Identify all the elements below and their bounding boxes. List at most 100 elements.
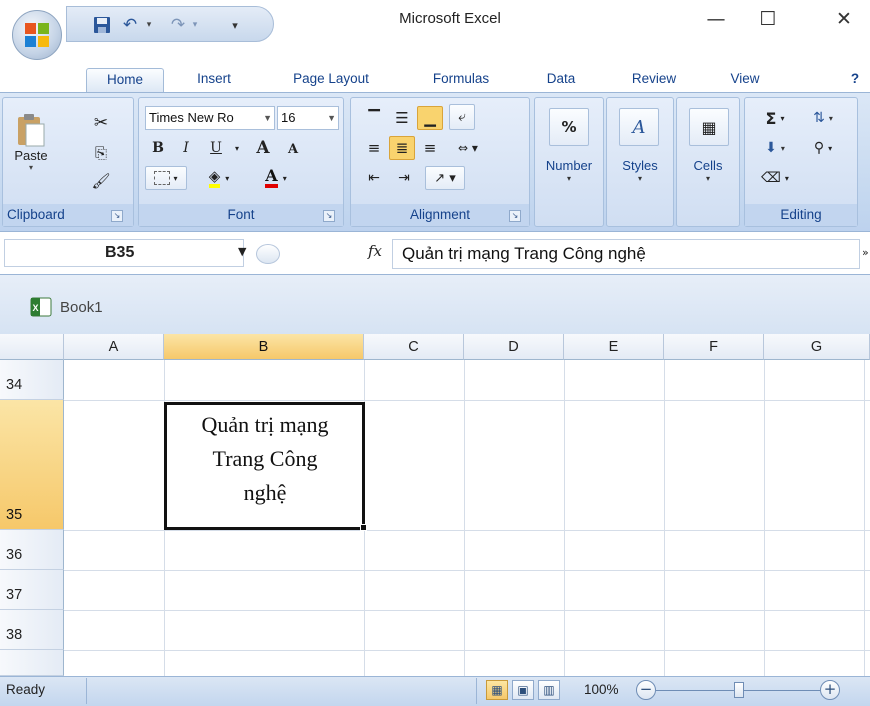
shrink-font-button[interactable]: A (279, 138, 307, 160)
tab-formulas[interactable]: Formulas (420, 68, 502, 92)
sum-icon: Σ (765, 108, 777, 128)
undo-icon[interactable]: ↶ (119, 14, 141, 36)
paste-icon (18, 114, 45, 147)
align-left-icon[interactable]: ≡ (361, 136, 387, 160)
merge-center-icon[interactable]: ⇔ ▾ (449, 136, 487, 160)
zoom-out-button[interactable]: − (636, 680, 656, 700)
decrease-indent-icon[interactable]: ⇤ (361, 166, 387, 190)
number-group: % Number ▾ (534, 97, 604, 227)
clear-button[interactable]: ⌫ ▾ (753, 166, 797, 190)
fill-button[interactable]: ⬇ ▾ (753, 136, 797, 160)
bold-button[interactable]: B (145, 136, 171, 160)
font-label: Font (139, 204, 343, 226)
column-header-c[interactable]: C (364, 334, 464, 360)
maximize-button[interactable]: ☐ (748, 4, 788, 34)
name-box-dropdown-icon[interactable]: ▼ (238, 245, 246, 258)
paste-button[interactable]: Paste ▾ (11, 106, 51, 178)
alignment-launcher-icon[interactable]: ↘ (509, 210, 521, 222)
zoom-in-button[interactable]: + (820, 680, 840, 700)
row-header-39[interactable] (0, 650, 64, 676)
styles-button-label[interactable]: Styles (607, 158, 673, 173)
office-logo-icon (25, 23, 49, 47)
tab-data[interactable]: Data (536, 68, 586, 92)
column-header-d[interactable]: D (464, 334, 564, 360)
borders-button[interactable]: ▾ (145, 166, 187, 190)
styles-icon[interactable]: A (619, 108, 659, 146)
font-launcher-icon[interactable]: ↘ (323, 210, 335, 222)
formula-bar-expand-icon[interactable] (256, 244, 280, 264)
gridline (864, 360, 865, 676)
cell-line-1: Quản trị mạng (201, 412, 329, 437)
row-header-38[interactable]: 38 (0, 610, 64, 650)
tab-insert[interactable]: Insert (182, 68, 246, 92)
styles-dropdown-icon[interactable]: ▾ (607, 174, 673, 183)
font-color-button[interactable]: A ▾ (249, 166, 303, 190)
cells-dropdown-icon[interactable]: ▾ (677, 174, 739, 183)
fill-handle[interactable] (360, 524, 367, 531)
formula-expand-chevron-icon[interactable]: » (862, 246, 869, 259)
underline-dropdown-icon[interactable]: ▾ (231, 136, 243, 160)
gridline (64, 570, 870, 571)
normal-view-icon[interactable]: ▦ (486, 680, 508, 700)
column-header-f[interactable]: F (664, 334, 764, 360)
redo-dropdown-icon[interactable]: ▾ (189, 14, 201, 36)
grow-font-button[interactable]: A (249, 136, 277, 160)
row-header-34[interactable]: 34 (0, 360, 64, 400)
row-header-35[interactable]: 35 (0, 400, 64, 530)
number-dropdown-icon[interactable]: ▾ (535, 174, 603, 183)
align-top-icon[interactable]: ▔ (361, 106, 387, 130)
underline-button[interactable]: U (203, 136, 229, 160)
column-header-a[interactable]: A (64, 334, 164, 360)
orientation-icon[interactable]: ↗ ▾ (425, 166, 465, 190)
zoom-slider-thumb[interactable] (734, 682, 744, 698)
cells-button-label[interactable]: Cells (677, 158, 739, 173)
copy-icon[interactable]: ⎘ (89, 142, 113, 164)
customize-qat-icon[interactable]: ▾ (227, 14, 243, 36)
insert-function-icon[interactable]: fx (368, 242, 382, 260)
fill-color-button[interactable]: ◈ ▾ (193, 166, 245, 190)
zoom-level[interactable]: 100% (584, 682, 619, 697)
clipboard-launcher-icon[interactable]: ↘ (111, 210, 123, 222)
column-header-b[interactable]: B (164, 334, 364, 360)
italic-button[interactable]: I (173, 136, 199, 160)
page-layout-view-icon[interactable]: ▣ (512, 680, 534, 700)
save-icon[interactable] (91, 14, 113, 36)
increase-indent-icon[interactable]: ⇥ (391, 166, 417, 190)
name-box[interactable]: B35 (4, 239, 244, 267)
column-header-g[interactable]: G (764, 334, 870, 360)
tab-page-layout[interactable]: Page Layout (278, 68, 384, 92)
wrap-text-icon[interactable]: ⤶ (449, 104, 475, 130)
sort-filter-button[interactable]: ⇅ ▾ (801, 106, 845, 130)
minimize-button[interactable]: — (696, 4, 736, 34)
tab-view[interactable]: View (720, 68, 770, 92)
cut-icon[interactable]: ✂ (89, 112, 113, 134)
align-middle-icon[interactable]: ☰ (389, 106, 415, 130)
select-all-corner[interactable] (0, 334, 64, 360)
format-painter-icon[interactable]: 🖌 (89, 170, 113, 192)
align-right-icon[interactable]: ≡ (417, 136, 443, 160)
align-bottom-icon[interactable]: ▁ (417, 106, 443, 130)
number-button-label[interactable]: Number (535, 158, 603, 173)
font-size-combo[interactable]: 16 ▼ (277, 106, 339, 130)
undo-dropdown-icon[interactable]: ▾ (143, 14, 155, 36)
cells-icon[interactable]: ▦ (689, 108, 729, 146)
column-header-e[interactable]: E (564, 334, 664, 360)
autosum-button[interactable]: Σ ▾ (753, 106, 797, 130)
row-header-36[interactable]: 36 (0, 530, 64, 570)
page-break-view-icon[interactable]: ▥ (538, 680, 560, 700)
align-center-icon[interactable]: ≣ (389, 136, 415, 160)
find-select-button[interactable]: ⚲ ▾ (801, 136, 845, 160)
help-icon[interactable]: ? (844, 68, 866, 92)
ribbon-tabs: Home Insert Page Layout Formulas Data Re… (0, 64, 870, 92)
tab-home[interactable]: Home (86, 68, 164, 92)
workbook-titlebar (0, 274, 870, 334)
worksheet-grid[interactable]: A B C D E F G 34 35 36 37 38 Quản trị mạ… (0, 334, 870, 676)
formula-input[interactable]: Quản trị mạng Trang Công nghệ (392, 239, 860, 269)
row-header-37[interactable]: 37 (0, 570, 64, 610)
gridline (764, 360, 765, 676)
font-name-combo[interactable]: Times New Ro ▼ (145, 106, 275, 130)
redo-icon[interactable]: ↷ (167, 14, 189, 36)
close-button[interactable]: ✕ (824, 4, 864, 34)
number-format-icon[interactable]: % (549, 108, 589, 146)
tab-review[interactable]: Review (622, 68, 686, 92)
